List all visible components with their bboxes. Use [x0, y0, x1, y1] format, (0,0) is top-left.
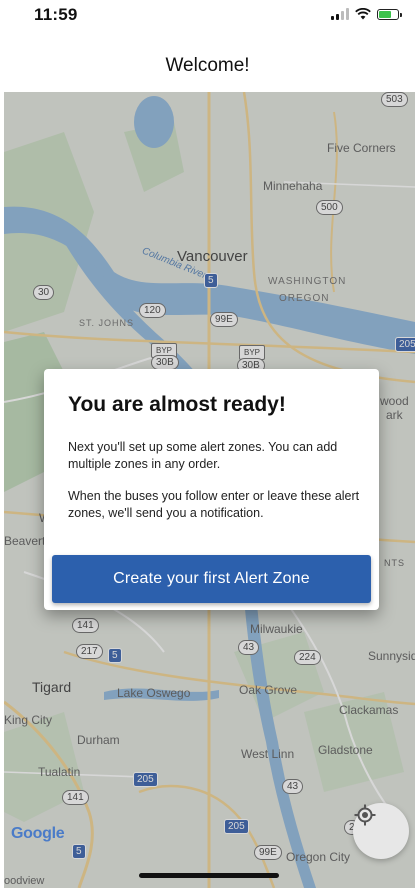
- page-title: Welcome!: [165, 55, 250, 76]
- home-indicator[interactable]: [139, 873, 279, 878]
- cellular-signal-icon: [331, 8, 349, 20]
- dialog-title: You are almost ready!: [68, 393, 286, 416]
- create-alert-zone-button[interactable]: Create your first Alert Zone: [52, 555, 371, 603]
- dialog-text: Next you'll set up some alert zones. You…: [68, 440, 338, 471]
- google-attribution: Google: [11, 825, 65, 842]
- battery-icon: [377, 8, 402, 20]
- welcome-dialog: You are almost ready! Next you'll set up…: [44, 369, 379, 610]
- status-bar: 11:59: [0, 0, 415, 30]
- locate-me-button[interactable]: [353, 803, 409, 859]
- status-time: 11:59: [34, 5, 78, 24]
- crosshair-locate-icon: [354, 804, 376, 826]
- dialog-text: When the buses you follow enter or leave…: [68, 489, 360, 520]
- status-icons: [331, 8, 402, 20]
- wifi-icon: [355, 8, 371, 20]
